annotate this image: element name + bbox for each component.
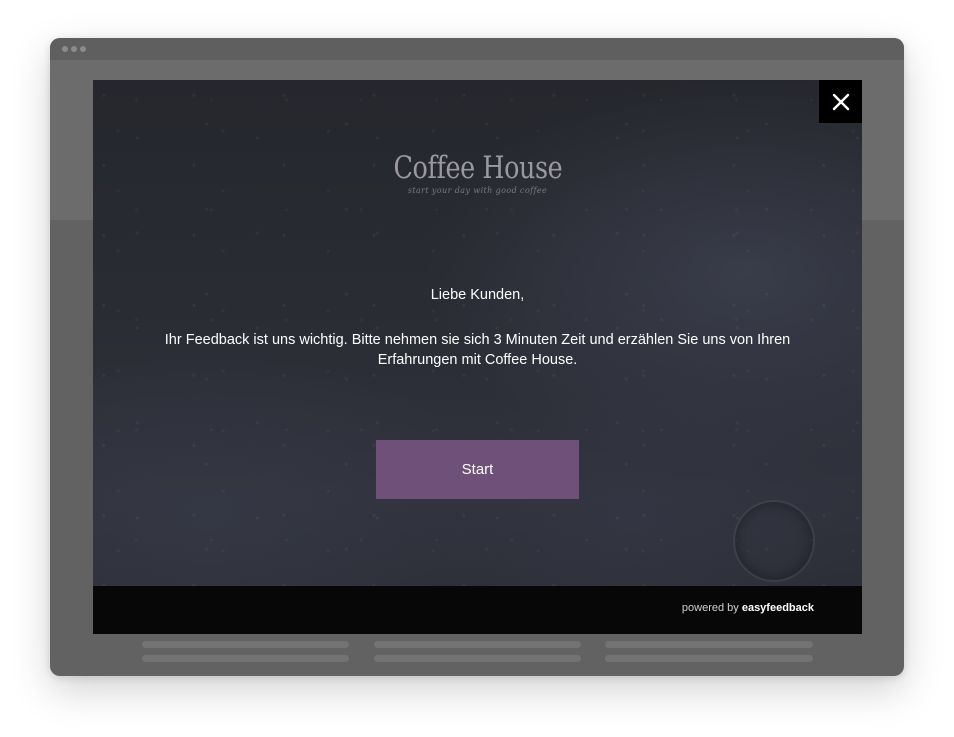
coffee-ring-decoration (733, 500, 815, 582)
modal-footer: powered by easyfeedback (93, 586, 862, 634)
powered-by-brand-link[interactable]: easyfeedback (742, 602, 814, 614)
placeholder-line (605, 655, 813, 662)
placeholder-line (374, 641, 581, 648)
feedback-modal: Coffee House start your day with good co… (93, 80, 862, 634)
placeholder-line (605, 641, 813, 648)
logo-tagline: start your day with good coffee (407, 186, 548, 195)
powered-by-text: powered by easyfeedback (682, 602, 814, 614)
window-dot-icon (62, 46, 68, 52)
browser-title-bar (50, 38, 904, 60)
placeholder-line (374, 655, 581, 662)
brand-logo: Coffee House start your day with good co… (93, 150, 862, 195)
intro-message: Ihr Feedback ist uns wichtig. Bitte nehm… (113, 330, 842, 370)
window-dot-icon (80, 46, 86, 52)
placeholder-line (142, 641, 349, 648)
powered-by-prefix: powered by (681, 602, 739, 614)
greeting-text: Liebe Kunden, (430, 287, 525, 303)
placeholder-line (142, 655, 349, 662)
window-dot-icon (71, 46, 77, 52)
intro-message-line: Ihr Feedback ist uns wichtig. Bitte nehm… (164, 332, 791, 348)
start-button[interactable]: Start (376, 440, 579, 499)
close-icon (832, 93, 849, 110)
logo-title: Coffee House (393, 150, 562, 186)
intro-message-line: Erfahrungen mit Coffee House. (377, 352, 578, 368)
close-button[interactable] (819, 80, 862, 123)
